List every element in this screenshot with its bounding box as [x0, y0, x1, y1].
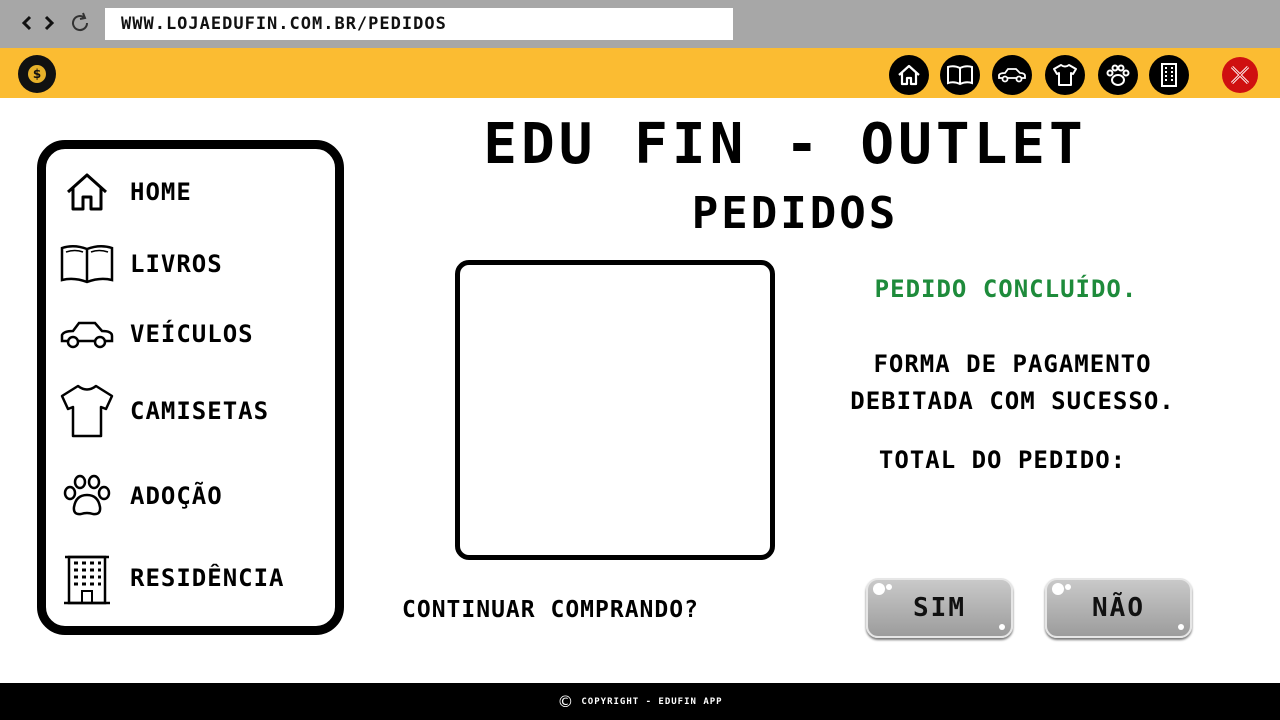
paw-icon	[1106, 64, 1130, 86]
top-nav-residence[interactable]	[1149, 55, 1189, 95]
order-status: PEDIDO CONCLUÍDO.	[874, 275, 1138, 303]
button-highlight	[886, 584, 892, 590]
page-title: EDU FIN - OUTLET	[483, 112, 1087, 177]
copyright-text: COPYRIGHT - EDUFIN APP	[581, 696, 723, 707]
footer: © COPYRIGHT - EDUFIN APP	[0, 683, 1280, 720]
chevron-left-icon	[21, 15, 32, 31]
reload-icon	[72, 12, 89, 32]
dollar-icon: $	[28, 65, 46, 83]
copyright-icon: ©	[557, 692, 574, 711]
sidebar-item-livros[interactable]: LIVROS	[58, 235, 223, 293]
sidebar-item-label: HOME	[130, 178, 192, 206]
no-button[interactable]: NÃO	[1045, 578, 1192, 638]
car-icon	[58, 305, 116, 363]
reload-button[interactable]	[67, 8, 93, 38]
page-subtitle: PEDIDOS	[691, 188, 899, 239]
order-total-label: TOTAL DO PEDIDO:	[878, 446, 1127, 474]
payment-message-line1: FORMA DE PAGAMENTO	[873, 350, 1152, 378]
continue-shopping-prompt: CONTINUAR COMPRANDO?	[402, 597, 699, 623]
close-button[interactable]	[1222, 57, 1258, 93]
home-icon	[58, 163, 116, 221]
button-highlight	[873, 583, 885, 595]
chevron-right-icon	[44, 15, 55, 31]
yes-button[interactable]: SIM	[866, 578, 1013, 638]
no-button-label: NÃO	[1092, 593, 1145, 623]
car-icon	[998, 68, 1026, 83]
building-icon	[1161, 63, 1177, 87]
sidebar-item-label: VEÍCULOS	[130, 320, 254, 348]
shirt-icon	[58, 382, 116, 440]
book-icon	[947, 65, 973, 86]
top-nav-vehicles[interactable]	[992, 55, 1032, 95]
browser-bar: WWW.LOJAEDUFIN.COM.BR/PEDIDOS	[0, 0, 1280, 48]
close-icon	[1230, 65, 1250, 85]
paw-icon	[58, 467, 116, 525]
top-nav-shirts[interactable]	[1045, 55, 1085, 95]
top-nav-books[interactable]	[940, 55, 980, 95]
sidebar-item-camisetas[interactable]: CAMISETAS	[58, 382, 269, 440]
sidebar-item-label: CAMISETAS	[130, 397, 270, 425]
url-field[interactable]: WWW.LOJAEDUFIN.COM.BR/PEDIDOS	[105, 8, 733, 40]
sidebar: HOME LIVROS VEÍCULOS CAMISETAS ADOÇÃO RE…	[37, 140, 344, 635]
book-icon	[58, 235, 116, 293]
sidebar-item-label: RESIDÊNCIA	[130, 564, 285, 592]
sidebar-item-residencia[interactable]: RESIDÊNCIA	[58, 549, 285, 607]
button-highlight	[1052, 583, 1064, 595]
shirt-icon	[1053, 64, 1077, 86]
building-icon	[58, 549, 116, 607]
yes-button-label: SIM	[913, 593, 966, 623]
button-highlight	[999, 624, 1005, 630]
app-header: $	[0, 48, 1280, 98]
logo[interactable]: $	[18, 55, 56, 93]
sidebar-item-home[interactable]: HOME	[58, 163, 192, 221]
payment-message-line2: DEBITADA COM SUCESSO.	[850, 387, 1175, 415]
sidebar-item-label: ADOÇÃO	[130, 482, 223, 510]
top-nav-adoption[interactable]	[1098, 55, 1138, 95]
sidebar-item-veiculos[interactable]: VEÍCULOS	[58, 305, 254, 363]
home-icon	[898, 64, 920, 86]
button-highlight	[1065, 584, 1071, 590]
forward-button[interactable]	[38, 8, 60, 38]
back-button[interactable]	[16, 8, 38, 38]
sidebar-item-label: LIVROS	[130, 250, 223, 278]
top-nav-home[interactable]	[889, 55, 929, 95]
sidebar-item-adocao[interactable]: ADOÇÃO	[58, 467, 223, 525]
order-image-placeholder	[455, 260, 775, 560]
button-highlight	[1178, 624, 1184, 630]
